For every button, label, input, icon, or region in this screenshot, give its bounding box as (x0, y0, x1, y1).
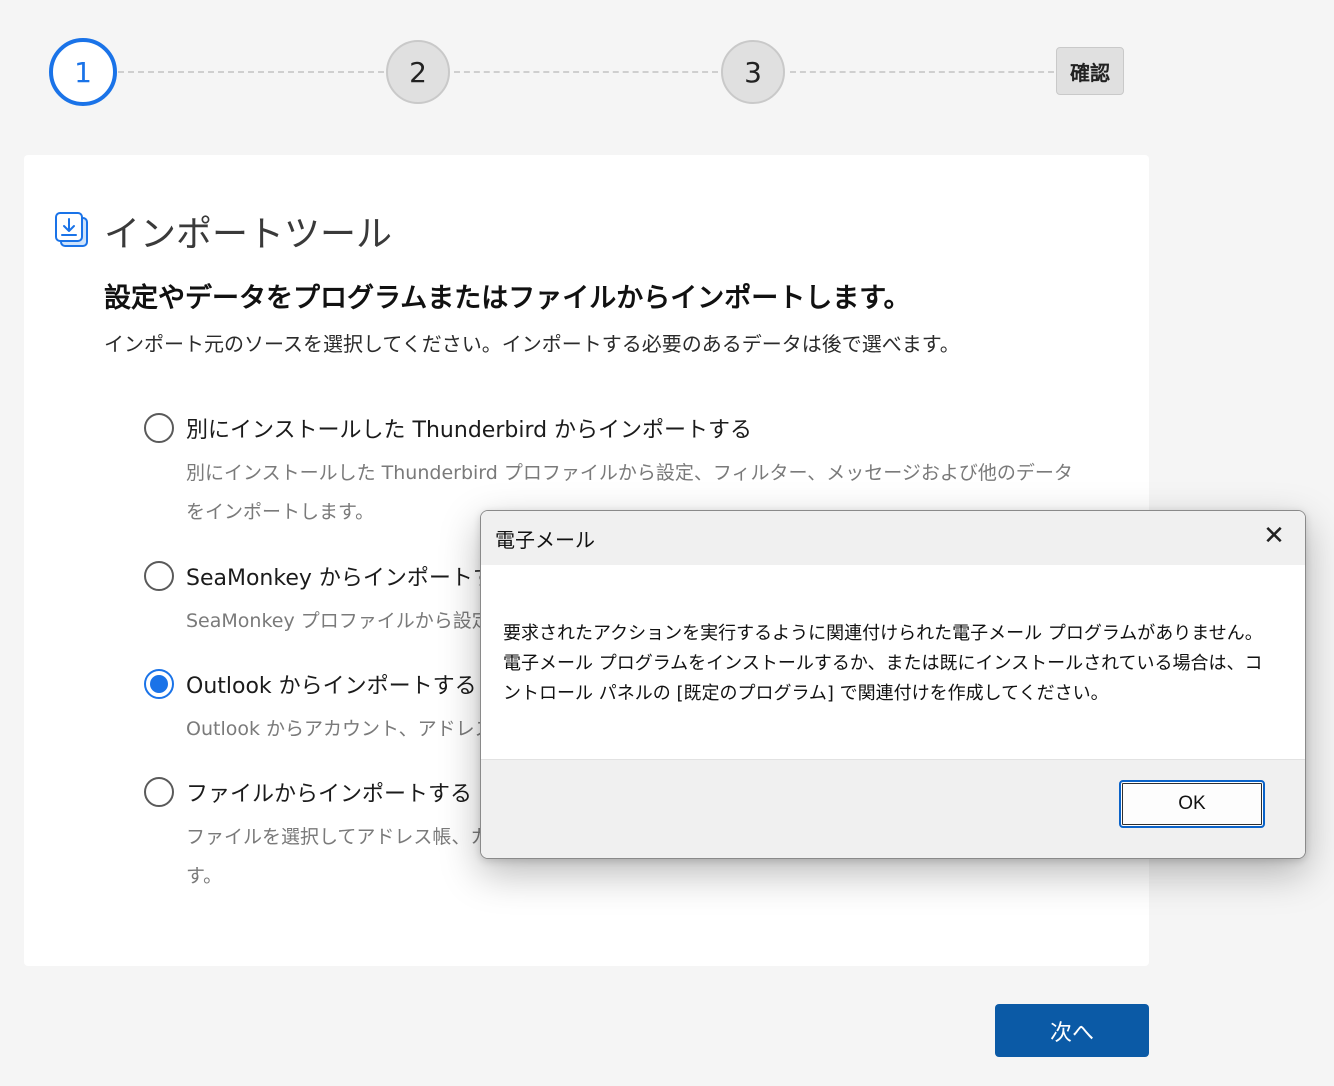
option-label[interactable]: SeaMonkey からインポートする (186, 560, 517, 592)
radio-outlook[interactable] (144, 669, 174, 699)
step-3-label: 3 (744, 55, 762, 89)
step-confirm-label: 確認 (1070, 60, 1110, 85)
step-connector (790, 71, 1054, 73)
ok-button[interactable]: OK (1119, 780, 1265, 828)
dialog-message: 要求されたアクションを実行するように関連付けられた電子メール プログラムがありま… (503, 623, 1263, 704)
radio-seamonkey[interactable] (144, 561, 174, 591)
option-label[interactable]: ファイルからインポートする (186, 776, 472, 808)
step-2: 2 (386, 40, 450, 104)
step-3: 3 (721, 40, 785, 104)
option-label[interactable]: 別にインストールした Thunderbird からインポートする (186, 412, 752, 444)
close-icon[interactable]: ✕ (1259, 521, 1289, 551)
card-header: インポートツール (54, 205, 392, 257)
import-icon (55, 212, 88, 247)
radio-thunderbird[interactable] (144, 413, 174, 443)
page-title: インポートツール (104, 214, 393, 255)
dialog-titlebar: 電子メール ✕ (481, 511, 1305, 565)
step-confirm: 確認 (1056, 47, 1124, 95)
step-1: 1 (49, 38, 117, 106)
step-1-label: 1 (74, 55, 92, 89)
step-2-label: 2 (409, 55, 427, 89)
step-progress: 1 2 3 確認 (0, 0, 1334, 140)
dialog-title: 電子メール (495, 528, 595, 552)
email-dialog: 電子メール ✕ 要求されたアクションを実行するように関連付けられた電子メール プ… (480, 510, 1306, 859)
next-button[interactable]: 次へ (995, 1004, 1149, 1057)
step-connector (118, 71, 384, 73)
dialog-footer: OK (481, 759, 1305, 858)
radio-file[interactable] (144, 777, 174, 807)
step-connector (454, 71, 718, 73)
import-subtext: インポート元のソースを選択してください。インポートする必要のあるデータは後で選べ… (104, 332, 960, 356)
import-heading: 設定やデータをプログラムまたはファイルからインポートします。 (104, 283, 911, 314)
option-label[interactable]: Outlook からインポートする (186, 668, 477, 700)
